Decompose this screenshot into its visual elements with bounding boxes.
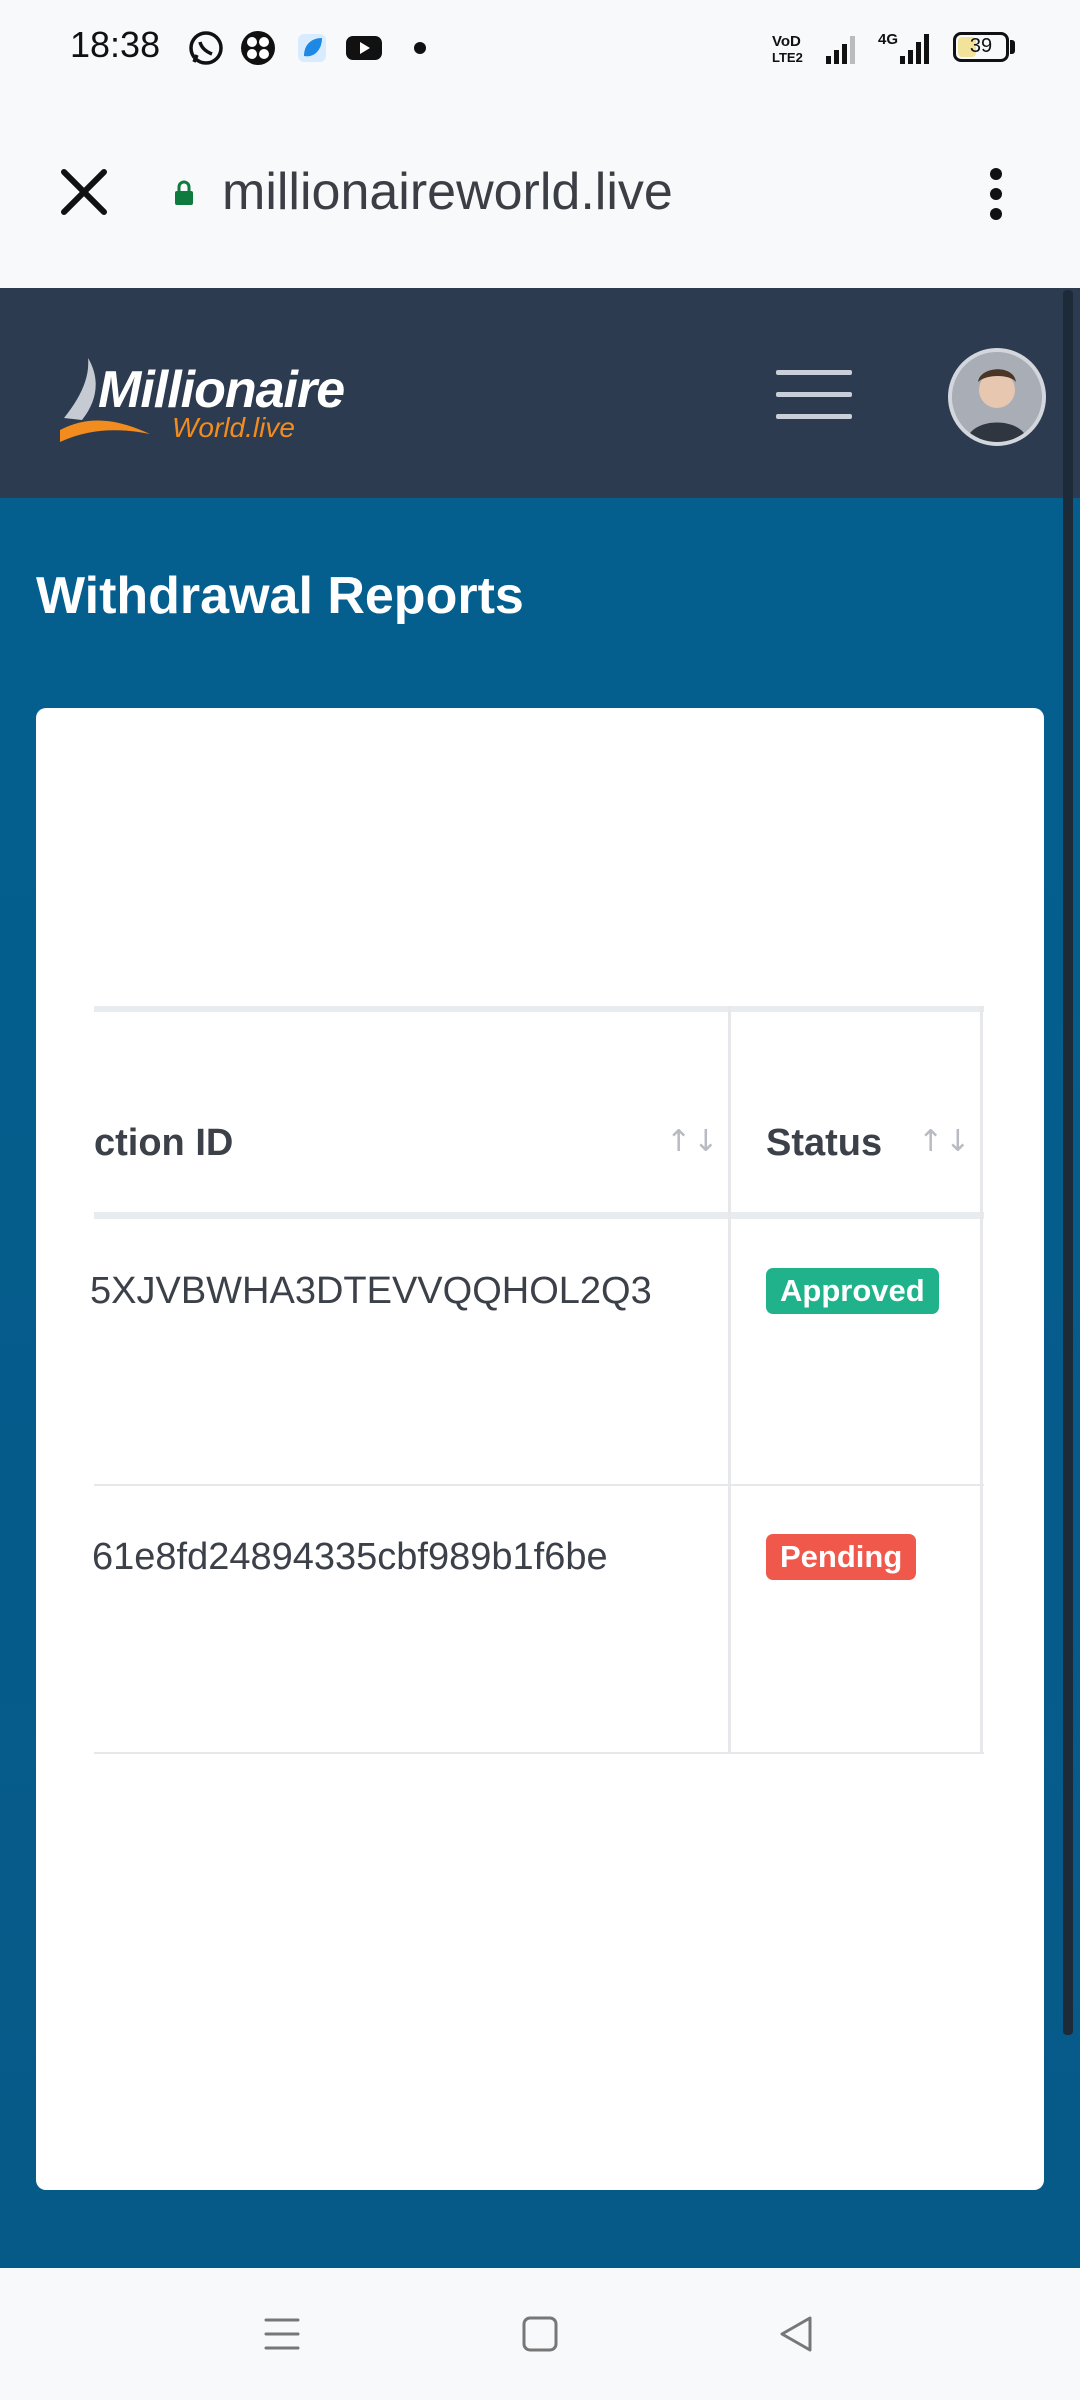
youtube-icon xyxy=(346,36,382,60)
hamburger-menu-icon[interactable] xyxy=(776,370,852,420)
table-right-border xyxy=(980,1006,983,1754)
column-header-transaction-id[interactable]: ction ID xyxy=(94,1122,233,1165)
notification-dot xyxy=(414,42,426,54)
url-bar[interactable]: millionaireworld.live xyxy=(222,162,673,222)
user-avatar[interactable] xyxy=(948,348,1046,446)
logo-text: Millionaire xyxy=(98,361,345,419)
status-badge: Approved xyxy=(766,1268,939,1314)
status-time: 18:38 xyxy=(70,24,161,65)
signal-icon xyxy=(826,36,855,64)
recents-icon[interactable] xyxy=(262,2314,302,2354)
page-scrollbar[interactable] xyxy=(1063,290,1073,2035)
table-header-border xyxy=(94,1212,984,1219)
more-vert-icon[interactable] xyxy=(984,166,1008,222)
transaction-id-cell: 5XJVBWHA3DTEVVQQHOL2Q3 xyxy=(90,1270,652,1312)
status-badge: Pending xyxy=(766,1534,917,1580)
page-title: Withdrawal Reports xyxy=(36,567,524,625)
logo-subtext: World.live xyxy=(172,412,295,443)
svg-text:4G: 4G xyxy=(878,31,898,48)
table-bottom-border xyxy=(94,1752,984,1754)
table-row-divider xyxy=(94,1484,984,1486)
lock-icon xyxy=(175,180,193,205)
withdrawal-table[interactable]: ction ID ↑↓ Status ↑↓ 5XJVBWHA3DTEVVQQHO… xyxy=(90,1006,984,1754)
whatsapp-icon xyxy=(189,31,223,65)
app-icon-blue xyxy=(298,34,326,62)
app-icon xyxy=(241,31,275,65)
table-column-divider xyxy=(728,1006,731,1754)
home-icon[interactable] xyxy=(520,2314,560,2354)
battery-tip xyxy=(1010,40,1015,54)
svg-text:VoD: VoD xyxy=(772,33,801,50)
screen: 18:38 VoD LTE2 4G 39 millionaireworld.li… xyxy=(0,0,1080,2400)
back-icon[interactable] xyxy=(776,2314,816,2354)
table-top-border xyxy=(94,1006,984,1012)
volte-icon: VoD LTE2 xyxy=(772,33,803,65)
sort-status-icon[interactable]: ↑↓ xyxy=(918,1124,972,1159)
signal-4g-icon: 4G xyxy=(878,31,929,64)
column-header-status[interactable]: Status xyxy=(766,1122,882,1165)
svg-text:LTE2: LTE2 xyxy=(772,50,803,65)
battery-level: 39 xyxy=(969,35,993,57)
close-icon[interactable] xyxy=(56,164,112,220)
transaction-id-cell: 61e8fd24894335cbf989b1f6be xyxy=(92,1536,608,1578)
sort-transaction-id-icon[interactable]: ↑↓ xyxy=(666,1124,720,1159)
